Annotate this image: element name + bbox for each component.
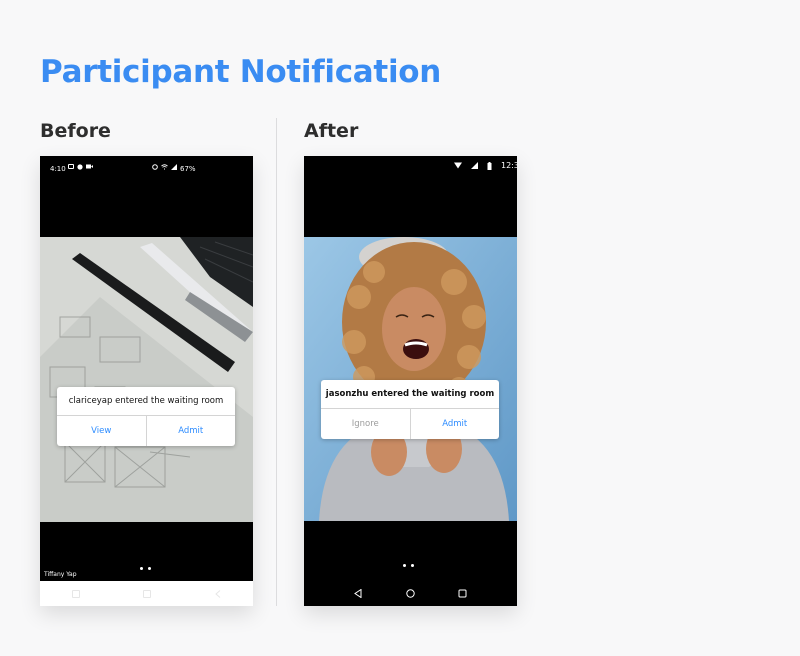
alarm-icon (152, 164, 158, 170)
column-divider (276, 118, 277, 606)
notification-message: clariceyap entered the waiting room (57, 387, 235, 416)
view-button[interactable]: View (57, 416, 146, 446)
after-status-time: 12:30 (501, 161, 517, 170)
admit-button[interactable]: Admit (145, 416, 236, 446)
before-battery-level: 67% (180, 165, 196, 173)
after-label: After (304, 120, 359, 142)
participant-name: Tiffany Yap (44, 571, 77, 578)
messenger-icon (77, 164, 83, 170)
before-waiting-room-notification: clariceyap entered the waiting room View… (57, 387, 235, 446)
page-title: Participant Notification (40, 54, 442, 90)
page-dot (148, 567, 151, 570)
signal-icon (171, 164, 177, 170)
sketch-desk-photo (40, 237, 253, 522)
smiling-woman-illustration (304, 237, 517, 521)
home-icon[interactable] (405, 589, 415, 598)
home-icon[interactable] (143, 589, 152, 598)
before-navigation-bar (40, 581, 253, 606)
before-phone-screen: 4:10 67% clariceyap entered the waiting … (40, 156, 253, 606)
after-page-indicator (403, 564, 414, 567)
recent-apps-icon[interactable] (458, 589, 467, 598)
after-waiting-room-notification: jasonzhu entered the waiting room Ignore… (321, 380, 499, 439)
smiling-woman-photo (304, 237, 517, 521)
after-navigation-bar (304, 581, 517, 606)
notification-actions: Ignore Admit (321, 409, 499, 439)
page-dot (403, 564, 406, 567)
notification-actions: View Admit (57, 416, 235, 446)
before-status-right-icons (152, 164, 177, 170)
after-phone-screen: 12:30 (304, 156, 517, 606)
before-status-bar: 4:10 67% (40, 156, 253, 182)
wifi-icon (454, 162, 462, 169)
video-icon (86, 164, 93, 169)
page-dot (140, 567, 143, 570)
sketch-desk-illustration (40, 237, 253, 522)
gallery-icon (68, 164, 74, 169)
after-status-bar: 12:30 (454, 161, 517, 170)
before-status-time: 4:10 (50, 165, 66, 173)
wifi-icon (161, 164, 168, 170)
back-icon[interactable] (354, 589, 362, 598)
back-icon[interactable] (215, 589, 221, 598)
signal-icon (471, 162, 478, 169)
notification-message: jasonzhu entered the waiting room (321, 380, 499, 409)
page-dot (411, 564, 414, 567)
ignore-button[interactable]: Ignore (321, 409, 410, 439)
battery-icon (487, 161, 492, 170)
admit-button[interactable]: Admit (409, 409, 500, 439)
before-label: Before (40, 120, 111, 142)
before-status-left-icons (68, 164, 93, 170)
before-page-indicator (140, 567, 151, 570)
recent-apps-icon[interactable] (71, 589, 80, 598)
